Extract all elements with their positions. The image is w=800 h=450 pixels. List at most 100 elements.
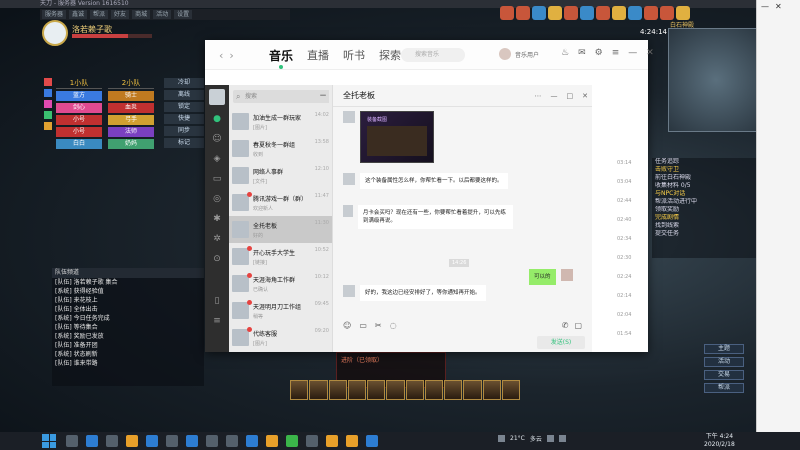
game-menu-item[interactable]: 设置 — [174, 10, 193, 19]
add-chat-button[interactable]: − — [317, 90, 329, 103]
chat-minimize-icon[interactable]: — — [551, 85, 558, 107]
right-close-icon[interactable]: ✕ — [775, 2, 782, 11]
game-side-button[interactable]: 主题 — [704, 344, 744, 354]
minimap[interactable] — [668, 28, 764, 132]
volume-icon[interactable] — [546, 435, 554, 442]
user-avatar[interactable] — [499, 48, 511, 60]
emoji-icon[interactable]: ☺ — [343, 321, 351, 335]
game-side-button[interactable]: 活动 — [704, 357, 744, 367]
team-right-slot[interactable]: 法师 — [108, 127, 154, 137]
image-message[interactable]: 装备截图 — [360, 111, 434, 163]
my-avatar[interactable] — [209, 89, 225, 105]
skill-slot[interactable] — [424, 380, 443, 400]
skill-slot[interactable] — [444, 380, 463, 400]
video-call-icon[interactable]: ▢ — [574, 321, 582, 330]
game-chat-log[interactable]: 队伍频道 [队伍] 洛若赖子歌 集合 [系统] 获得经验值 [队伍] 来花枝上 [队伍… — [52, 268, 204, 386]
quest-tracker[interactable]: 任务追踪 击败守卫 前往白石神殿 收集材料 0/5 与NPC对话 帮派活动进行中 领取奖励完… — [652, 158, 756, 258]
tab-1[interactable]: 直播 — [307, 47, 329, 69]
tab-0[interactable]: 音乐 — [269, 47, 293, 69]
app-icon[interactable] — [326, 435, 338, 447]
message-bubble[interactable]: 好的，我这边已经安排好了，等你通知再开始。 — [360, 285, 486, 301]
team-option-button[interactable]: 同步 — [164, 126, 204, 136]
quest-line[interactable]: 击败守卫 — [652, 166, 756, 174]
game-menu-item[interactable]: 商城 — [132, 10, 151, 19]
app-icon[interactable] — [126, 435, 138, 447]
menu-icon[interactable]: ≡ — [612, 48, 620, 58]
game-menu-item[interactable]: 帮派 — [90, 10, 109, 19]
settings-icon[interactable]: ⚙ — [595, 48, 603, 58]
message-area[interactable]: 装备截图 这个装备属性怎么样，你帮忙看一下。以后都要这样的。 月卡会买吗？现在还… — [333, 107, 592, 287]
player-avatar[interactable] — [42, 20, 68, 46]
team-right-slot[interactable]: 血炎 — [108, 103, 154, 113]
app-icon[interactable] — [226, 435, 238, 447]
player-frame[interactable]: 洛若赖子歌 — [42, 20, 162, 48]
miniapp-icon[interactable]: ⊙ — [205, 249, 229, 269]
explorer-icon[interactable] — [106, 435, 118, 447]
battery-icon[interactable] — [558, 435, 566, 442]
edge-icon[interactable] — [246, 435, 258, 447]
skill-bar[interactable] — [290, 380, 520, 400]
skill-slot[interactable] — [290, 380, 309, 400]
search-taskbar-icon[interactable] — [66, 435, 78, 447]
message-bubble[interactable]: 这个装备属性怎么样，你帮忙看一下。以后都要这样的。 — [360, 173, 508, 189]
steam-icon[interactable] — [206, 435, 218, 447]
conversation-item[interactable]: 代练客服 [图片] 09:20 — [229, 324, 332, 351]
game-menu-item[interactable]: 鑫诚 — [69, 10, 88, 19]
conversation-item[interactable]: 春夏秋冬一群组 收到 13:58 — [229, 135, 332, 162]
quest-line[interactable]: 前往白石神殿 — [652, 174, 756, 182]
skill-slot[interactable] — [463, 380, 482, 400]
conversation-item[interactable]: 开心玩手大学生 [链接] 10:52 — [229, 243, 332, 270]
conversation-item[interactable]: 加油生成一群玩家 [图片] 14:02 — [229, 108, 332, 135]
channels-icon[interactable]: ✱ — [205, 209, 229, 229]
team-right-slot[interactable]: 奶妈 — [108, 139, 154, 149]
tab-3[interactable]: 探索 — [379, 47, 401, 69]
quest-line[interactable]: 帮派活动进行中 — [652, 198, 756, 206]
team-option-button[interactable]: 标记 — [164, 138, 204, 148]
browser-icon[interactable] — [146, 435, 158, 447]
message-bubble[interactable]: 月卡会买吗？现在还有一些，你要帮忙看着提升，可以先练到满级再说。 — [357, 205, 513, 229]
chat-history-icon[interactable]: ◌ — [390, 321, 397, 335]
moments-icon[interactable]: ◎ — [205, 189, 229, 209]
minimize-icon[interactable]: — — [628, 48, 637, 58]
app-icon[interactable] — [166, 435, 178, 447]
app-icon[interactable] — [186, 435, 198, 447]
app-icon[interactable] — [346, 435, 358, 447]
conversation-item[interactable]: 天涯海角工作群 已确认 10:12 — [229, 270, 332, 297]
wechat-icon[interactable] — [286, 435, 298, 447]
team-left-slot[interactable]: 白白 — [56, 139, 102, 149]
more-icon[interactable]: ≡ — [205, 311, 229, 331]
conversation-item[interactable]: 天涯明月刀工作组 稍等 09:45 — [229, 297, 332, 324]
team-left-slot[interactable]: 小号 — [56, 115, 102, 125]
game-menu-item[interactable]: 好友 — [111, 10, 130, 19]
search-rail-icon[interactable]: ✲ — [205, 229, 229, 249]
app-icon[interactable] — [266, 435, 278, 447]
team-option-button[interactable]: 快捷 — [164, 114, 204, 124]
team-right-slot[interactable]: 弓手 — [108, 115, 154, 125]
team-right-slot[interactable]: 骑士 — [108, 91, 154, 101]
skill-slot[interactable] — [309, 380, 328, 400]
network-icon[interactable] — [498, 435, 505, 442]
mail-icon[interactable]: ✉ — [578, 48, 586, 58]
skill-slot[interactable] — [501, 380, 520, 400]
game-menu-item[interactable]: 活动 — [153, 10, 172, 19]
team-option-button[interactable]: 冷却 — [164, 78, 204, 88]
quest-line[interactable]: 找到线索 — [652, 222, 756, 230]
quest-line[interactable]: 与NPC对话 — [652, 190, 756, 198]
team-left-slot[interactable]: 小号 — [56, 127, 102, 137]
conversation-item[interactable]: 腾讯游戏一群（群） 欢迎新人 11:47 — [229, 189, 332, 216]
app-icon[interactable] — [366, 435, 378, 447]
quest-line[interactable]: 完成剧情 — [652, 214, 756, 222]
quest-line[interactable]: 收集材料 0/5 — [652, 182, 756, 190]
scissors-icon[interactable]: ✂ — [375, 321, 382, 335]
file-icon[interactable]: ▭ — [359, 321, 367, 335]
chat-close-icon[interactable]: ✕ — [582, 85, 588, 107]
team-left-slot[interactable]: 剑心 — [56, 103, 102, 113]
team-option-button[interactable]: 离线 — [164, 90, 204, 100]
skill-slot[interactable] — [328, 380, 347, 400]
contacts-icon[interactable]: ☺ — [205, 129, 229, 149]
start-button[interactable] — [42, 434, 56, 448]
my-message-bubble[interactable]: 可以的 — [529, 269, 556, 285]
game-side-button[interactable]: 交易 — [704, 370, 744, 380]
user-account[interactable]: 音乐用户 — [499, 48, 539, 60]
taskbar-clock[interactable]: 下午 4:24 2020/2/18 — [704, 433, 735, 449]
